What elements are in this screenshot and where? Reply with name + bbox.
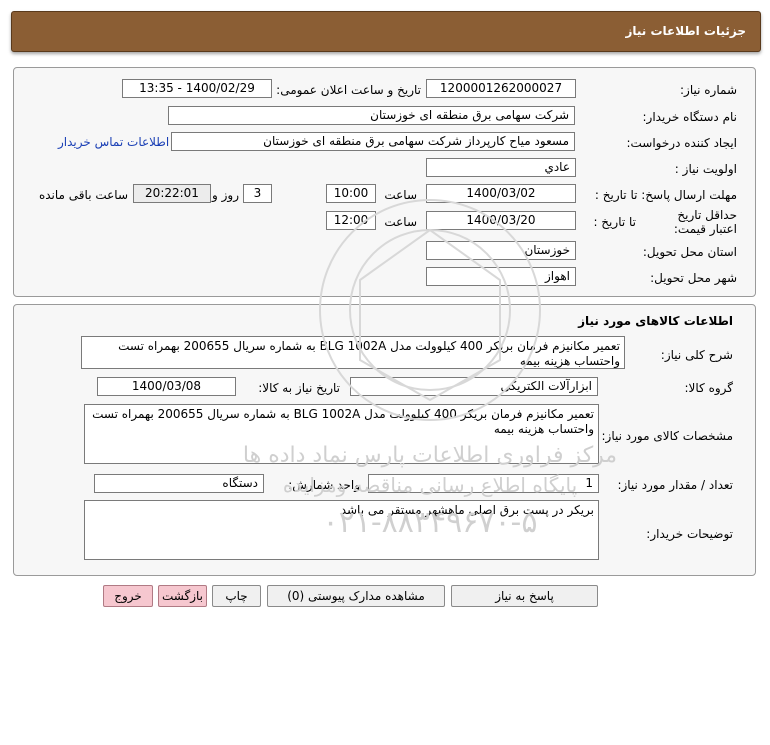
spec-label: مشخصات کالای مورد نیاز:: [601, 429, 733, 443]
remaining-label: ساعت باقی مانده: [38, 188, 128, 202]
deadline-date-field: 1400/03/02: [426, 184, 576, 203]
need-date-label: تاریخ نیاز به کالا:: [258, 381, 340, 395]
city-field: اهواز: [426, 267, 576, 286]
attachments-button[interactable]: مشاهده مدارک پیوستی (0): [267, 585, 445, 607]
province-field: خوزستان: [426, 241, 576, 260]
summary-label: شرح کلی نیاز:: [660, 348, 733, 362]
spec-field: تعمیر مکانیزم فرمان بریکر 400 کیلوولت مد…: [84, 404, 599, 464]
city-label: شهر محل تحویل:: [650, 271, 737, 285]
announce-field: 1400/02/29 - 13:35: [122, 79, 272, 98]
province-label: استان محل تحویل:: [642, 245, 737, 259]
goods-section-title: اطلاعات کالاهای مورد نیاز: [578, 314, 733, 328]
page-header: جزئیات اطلاعات نیاز: [11, 11, 761, 52]
back-button[interactable]: بازگشت: [158, 585, 207, 607]
unit-field: دستگاه: [94, 474, 264, 493]
creator-label: ایجاد کننده درخواست:: [626, 136, 737, 150]
announce-label: تاریخ و ساعت اعلان عمومی:: [276, 83, 421, 97]
buyer-contact-link[interactable]: اطلاعات تماس خریدار: [58, 135, 169, 149]
validity-time-field: 12:00: [326, 211, 376, 230]
deadline-hour-label: ساعت: [384, 188, 417, 202]
days-label: روز و: [212, 188, 239, 202]
unit-label: واحد شمارش:: [288, 478, 360, 492]
print-button[interactable]: چاپ: [212, 585, 261, 607]
qty-field: 1: [368, 474, 599, 493]
days-count-field: 3: [243, 184, 272, 203]
validity-label: حداقل تاریخ اعتبار قیمت:: [673, 208, 737, 236]
buyer-org-field: شرکت سهامی برق منطقه ای خوزستان: [168, 106, 575, 125]
qty-label: تعداد / مقدار مورد نیاز:: [617, 478, 733, 492]
validity-date-field: 1400/03/20: [426, 211, 576, 230]
page-title: جزئیات اطلاعات نیاز: [625, 24, 746, 38]
summary-field: تعمیر مکانیزم فرمان بریکر 400 کیلوولت مد…: [81, 336, 625, 369]
priority-field: عادي: [426, 158, 576, 177]
remaining-time-field: 20:22:01: [133, 184, 211, 203]
need-number-label: شماره نیاز:: [680, 83, 737, 97]
validity-to-label: تا تاریخ :: [593, 215, 636, 229]
priority-label: اولویت نیاز :: [674, 162, 737, 176]
creator-field: مسعود میاح کارپرداز شرکت سهامی برق منطقه…: [171, 132, 575, 151]
need-date-field: 1400/03/08: [97, 377, 236, 396]
exit-button[interactable]: خروج: [103, 585, 153, 607]
need-number-field: 1200001262000027: [426, 79, 576, 98]
notes-field: بریکر در پست برق اصلی ماهشهر مستقر می با…: [84, 500, 599, 560]
buyer-org-label: نام دستگاه خریدار:: [642, 110, 738, 124]
deadline-time-field: 10:00: [326, 184, 376, 203]
group-field: ابزارآلات الکتریکی: [350, 377, 598, 396]
group-label: گروه کالا:: [684, 381, 734, 395]
validity-hour-label: ساعت: [384, 215, 417, 229]
deadline-label: مهلت ارسال پاسخ: تا تاریخ :: [594, 188, 737, 202]
notes-label: توضیحات خریدار:: [646, 527, 733, 541]
reply-button[interactable]: پاسخ به نیاز: [451, 585, 598, 607]
need-info-panel: [13, 67, 756, 297]
